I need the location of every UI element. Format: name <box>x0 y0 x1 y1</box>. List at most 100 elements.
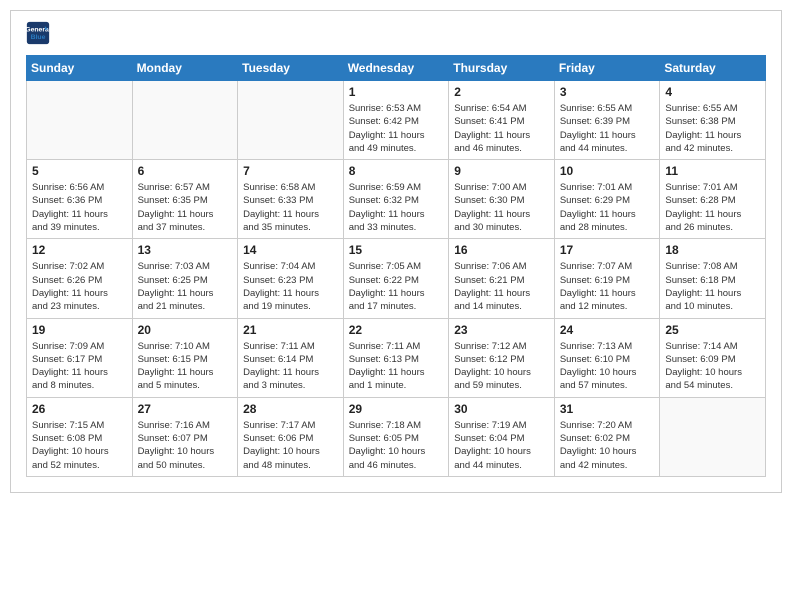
day-info: Sunrise: 7:04 AM Sunset: 6:23 PM Dayligh… <box>243 260 338 313</box>
day-number: 21 <box>243 323 338 337</box>
day-number: 12 <box>32 243 127 257</box>
day-info: Sunrise: 7:13 AM Sunset: 6:10 PM Dayligh… <box>560 340 655 393</box>
day-number: 13 <box>138 243 233 257</box>
day-cell <box>132 81 238 160</box>
day-cell: 20 Sunrise: 7:10 AM Sunset: 6:15 PM Dayli… <box>132 318 238 397</box>
day-number: 30 <box>454 402 549 416</box>
day-number: 19 <box>32 323 127 337</box>
day-cell: 8Sunrise: 6:59 AM Sunset: 6:32 PM Daylig… <box>343 160 449 239</box>
day-cell: 24 Sunrise: 7:13 AM Sunset: 6:10 PM Dayli… <box>554 318 660 397</box>
day-cell: 10 Sunrise: 7:01 AM Sunset: 6:29 PM Dayli… <box>554 160 660 239</box>
day-info: Sunrise: 7:08 AM Sunset: 6:18 PM Dayligh… <box>665 260 760 313</box>
day-number: 2 <box>454 85 549 99</box>
logo: General Blue <box>26 21 54 45</box>
day-number: 6 <box>138 164 233 178</box>
day-number: 25 <box>665 323 760 337</box>
day-number: 16 <box>454 243 549 257</box>
day-cell: 25Sunrise: 7:14 AM Sunset: 6:09 PM Dayli… <box>660 318 766 397</box>
day-number: 5 <box>32 164 127 178</box>
day-info: Sunrise: 7:01 AM Sunset: 6:28 PM Dayligh… <box>665 181 760 234</box>
week-row-0: 1Sunrise: 6:53 AM Sunset: 6:42 PM Daylig… <box>27 81 766 160</box>
day-info: Sunrise: 7:03 AM Sunset: 6:25 PM Dayligh… <box>138 260 233 313</box>
day-cell: 26 Sunrise: 7:15 AM Sunset: 6:08 PM Dayli… <box>27 397 133 476</box>
day-number: 24 <box>560 323 655 337</box>
weekday-thursday: Thursday <box>449 56 555 81</box>
day-cell: 9 Sunrise: 7:00 AM Sunset: 6:30 PM Daylig… <box>449 160 555 239</box>
day-number: 27 <box>138 402 233 416</box>
weekday-saturday: Saturday <box>660 56 766 81</box>
week-row-1: 5Sunrise: 6:56 AM Sunset: 6:36 PM Daylig… <box>27 160 766 239</box>
day-info: Sunrise: 7:18 AM Sunset: 6:05 PM Dayligh… <box>349 419 444 472</box>
day-info: Sunrise: 7:09 AM Sunset: 6:17 PM Dayligh… <box>32 340 127 393</box>
weekday-sunday: Sunday <box>27 56 133 81</box>
day-cell: 5Sunrise: 6:56 AM Sunset: 6:36 PM Daylig… <box>27 160 133 239</box>
day-info: Sunrise: 7:15 AM Sunset: 6:08 PM Dayligh… <box>32 419 127 472</box>
day-cell: 31 Sunrise: 7:20 AM Sunset: 6:02 PM Dayli… <box>554 397 660 476</box>
day-info: Sunrise: 7:05 AM Sunset: 6:22 PM Dayligh… <box>349 260 444 313</box>
day-number: 7 <box>243 164 338 178</box>
calendar-table: SundayMondayTuesdayWednesdayThursdayFrid… <box>26 55 766 477</box>
day-number: 3 <box>560 85 655 99</box>
day-cell <box>27 81 133 160</box>
day-cell: 23 Sunrise: 7:12 AM Sunset: 6:12 PM Dayli… <box>449 318 555 397</box>
weekday-wednesday: Wednesday <box>343 56 449 81</box>
day-cell: 2 Sunrise: 6:54 AM Sunset: 6:41 PM Daylig… <box>449 81 555 160</box>
logo-icon: General Blue <box>26 21 50 45</box>
day-cell: 18Sunrise: 7:08 AM Sunset: 6:18 PM Dayli… <box>660 239 766 318</box>
day-cell: 3 Sunrise: 6:55 AM Sunset: 6:39 PM Daylig… <box>554 81 660 160</box>
day-info: Sunrise: 7:00 AM Sunset: 6:30 PM Dayligh… <box>454 181 549 234</box>
day-info: Sunrise: 6:53 AM Sunset: 6:42 PM Dayligh… <box>349 102 444 155</box>
day-info: Sunrise: 6:58 AM Sunset: 6:33 PM Dayligh… <box>243 181 338 234</box>
day-cell: 30Sunrise: 7:19 AM Sunset: 6:04 PM Dayli… <box>449 397 555 476</box>
day-cell: 13 Sunrise: 7:03 AM Sunset: 6:25 PM Dayli… <box>132 239 238 318</box>
week-row-3: 19 Sunrise: 7:09 AM Sunset: 6:17 PM Dayli… <box>27 318 766 397</box>
day-info: Sunrise: 7:11 AM Sunset: 6:13 PM Dayligh… <box>349 340 444 393</box>
day-number: 15 <box>349 243 444 257</box>
day-number: 8 <box>349 164 444 178</box>
day-cell: 7 Sunrise: 6:58 AM Sunset: 6:33 PM Daylig… <box>238 160 344 239</box>
day-number: 23 <box>454 323 549 337</box>
day-info: Sunrise: 7:07 AM Sunset: 6:19 PM Dayligh… <box>560 260 655 313</box>
weekday-friday: Friday <box>554 56 660 81</box>
day-info: Sunrise: 6:54 AM Sunset: 6:41 PM Dayligh… <box>454 102 549 155</box>
day-number: 28 <box>243 402 338 416</box>
day-cell: 15 Sunrise: 7:05 AM Sunset: 6:22 PM Dayli… <box>343 239 449 318</box>
day-number: 17 <box>560 243 655 257</box>
day-number: 10 <box>560 164 655 178</box>
day-info: Sunrise: 7:10 AM Sunset: 6:15 PM Dayligh… <box>138 340 233 393</box>
day-info: Sunrise: 7:06 AM Sunset: 6:21 PM Dayligh… <box>454 260 549 313</box>
day-info: Sunrise: 7:20 AM Sunset: 6:02 PM Dayligh… <box>560 419 655 472</box>
weekday-header-row: SundayMondayTuesdayWednesdayThursdayFrid… <box>27 56 766 81</box>
day-number: 31 <box>560 402 655 416</box>
day-number: 14 <box>243 243 338 257</box>
day-cell: 19 Sunrise: 7:09 AM Sunset: 6:17 PM Dayli… <box>27 318 133 397</box>
day-cell: 28 Sunrise: 7:17 AM Sunset: 6:06 PM Dayli… <box>238 397 344 476</box>
day-info: Sunrise: 7:02 AM Sunset: 6:26 PM Dayligh… <box>32 260 127 313</box>
day-info: Sunrise: 6:55 AM Sunset: 6:39 PM Dayligh… <box>560 102 655 155</box>
day-cell: 22 Sunrise: 7:11 AM Sunset: 6:13 PM Dayli… <box>343 318 449 397</box>
day-number: 22 <box>349 323 444 337</box>
header: General Blue <box>26 21 766 45</box>
day-info: Sunrise: 6:55 AM Sunset: 6:38 PM Dayligh… <box>665 102 760 155</box>
day-cell: 29Sunrise: 7:18 AM Sunset: 6:05 PM Dayli… <box>343 397 449 476</box>
day-info: Sunrise: 7:01 AM Sunset: 6:29 PM Dayligh… <box>560 181 655 234</box>
day-number: 20 <box>138 323 233 337</box>
day-number: 4 <box>665 85 760 99</box>
day-cell: 21Sunrise: 7:11 AM Sunset: 6:14 PM Dayli… <box>238 318 344 397</box>
day-cell: 12 Sunrise: 7:02 AM Sunset: 6:26 PM Dayli… <box>27 239 133 318</box>
day-cell: 17 Sunrise: 7:07 AM Sunset: 6:19 PM Dayli… <box>554 239 660 318</box>
svg-text:Blue: Blue <box>31 34 46 41</box>
day-number: 26 <box>32 402 127 416</box>
week-row-2: 12 Sunrise: 7:02 AM Sunset: 6:26 PM Dayli… <box>27 239 766 318</box>
day-info: Sunrise: 7:17 AM Sunset: 6:06 PM Dayligh… <box>243 419 338 472</box>
day-number: 9 <box>454 164 549 178</box>
day-info: Sunrise: 6:57 AM Sunset: 6:35 PM Dayligh… <box>138 181 233 234</box>
day-cell <box>660 397 766 476</box>
day-cell <box>238 81 344 160</box>
weekday-tuesday: Tuesday <box>238 56 344 81</box>
day-cell: 1Sunrise: 6:53 AM Sunset: 6:42 PM Daylig… <box>343 81 449 160</box>
weekday-monday: Monday <box>132 56 238 81</box>
day-info: Sunrise: 7:12 AM Sunset: 6:12 PM Dayligh… <box>454 340 549 393</box>
day-cell: 27Sunrise: 7:16 AM Sunset: 6:07 PM Dayli… <box>132 397 238 476</box>
day-cell: 4 Sunrise: 6:55 AM Sunset: 6:38 PM Daylig… <box>660 81 766 160</box>
